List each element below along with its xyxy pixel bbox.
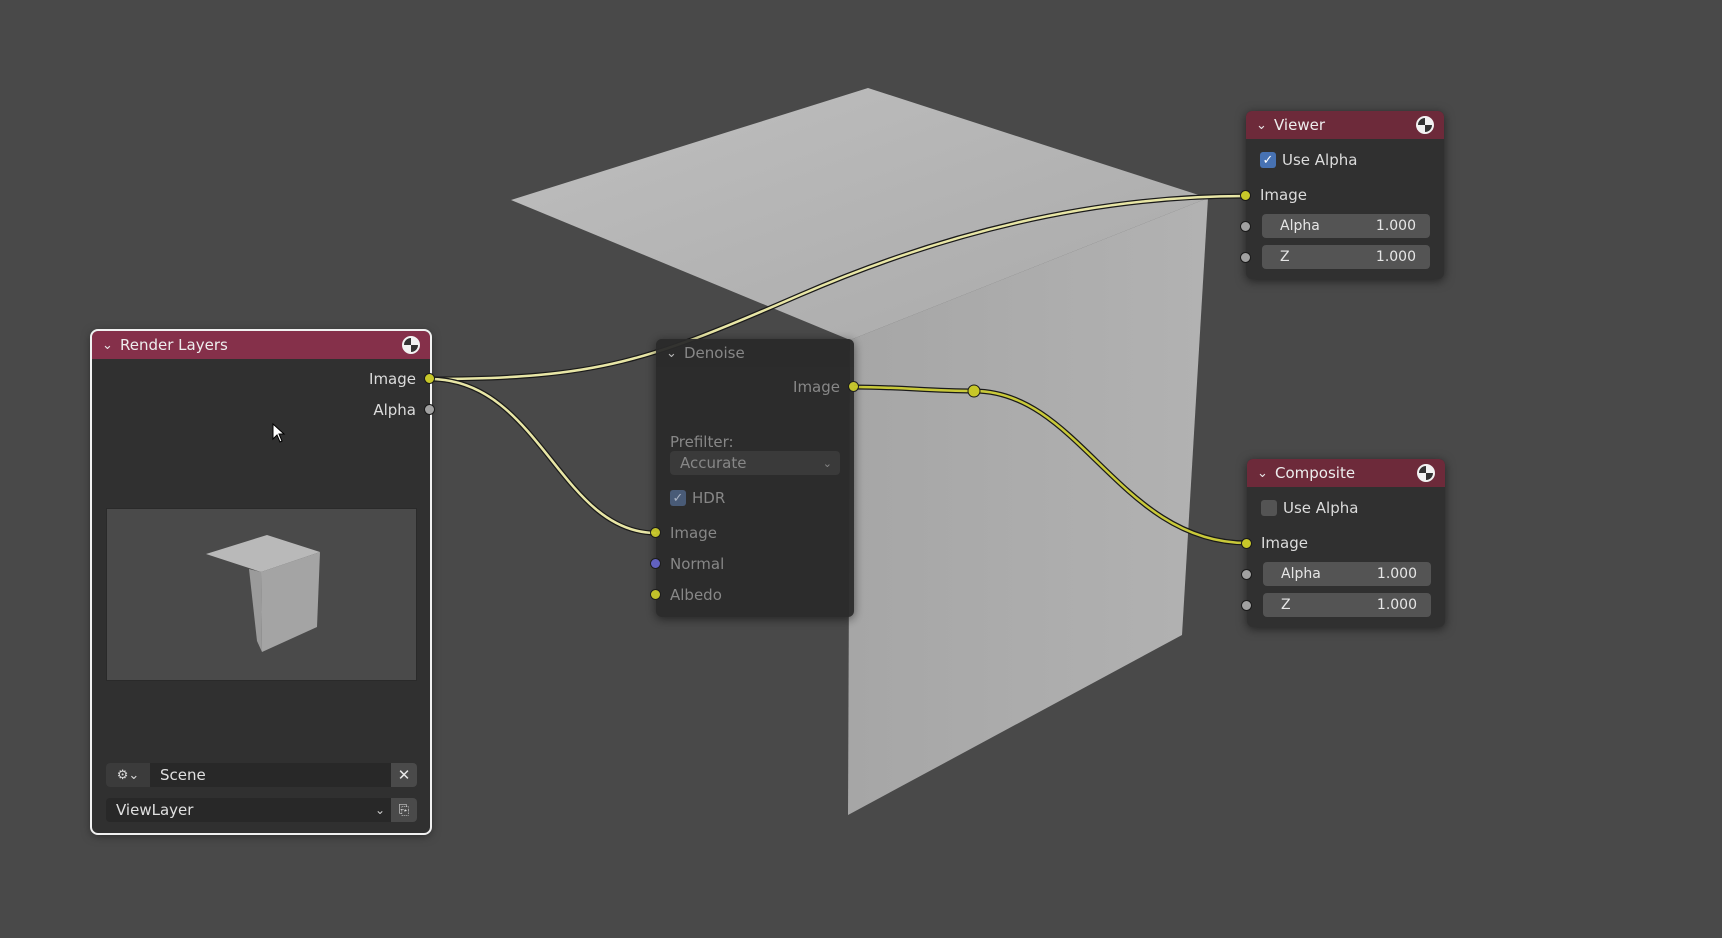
node-title: Render Layers [120,336,228,354]
prefilter-label: Prefilter: [670,433,734,451]
render-preview [106,508,417,681]
alpha-field-label: Alpha [1281,566,1321,582]
input-socket-alpha[interactable] [1240,221,1251,232]
output-label-alpha: Alpha [373,401,416,419]
denoise-node[interactable]: ⌄ Denoise Image Prefilter: Accurate ⌄ ✓ … [650,339,859,617]
composite-header[interactable]: ⌄ Composite [1247,459,1445,487]
input-row-image: Image [1246,181,1444,209]
hdr-checkbox[interactable]: ✓ [670,490,686,506]
z-field-label: Z [1281,597,1291,613]
output-row-alpha: Alpha [92,396,430,424]
z-field-value: 1.000 [1375,249,1416,265]
composite-node[interactable]: ⌄ Composite Use Alpha Image Alpha 1.000 … [1241,459,1445,627]
input-socket-normal[interactable] [650,558,661,569]
use-alpha-checkbox[interactable]: ✓ [1260,152,1276,168]
chevron-down-icon[interactable]: ⌄ [1257,466,1275,481]
use-alpha-label: Use Alpha [1282,151,1358,169]
input-label-normal: Normal [670,555,725,573]
view-layer-selector[interactable]: ViewLayer ⌄ ⎘ [106,798,417,822]
hdr-row[interactable]: ✓ HDR [656,484,854,512]
scene-icon[interactable]: ⚙⌄ [106,763,150,787]
render-ball-icon[interactable] [1416,116,1434,134]
input-socket-albedo[interactable] [650,589,661,600]
chevron-down-icon[interactable]: ⌄ [1256,118,1274,133]
input-row-image: Image [1247,529,1445,557]
input-row-image: Image [656,519,854,547]
use-alpha-row[interactable]: Use Alpha [1247,494,1445,522]
node-title: Denoise [684,344,745,362]
chevron-down-icon[interactable]: ⌄ [666,346,684,361]
close-icon[interactable]: ✕ [391,763,417,787]
render-ball-icon[interactable] [402,336,420,354]
use-alpha-row[interactable]: ✓ Use Alpha [1246,146,1444,174]
output-label-image: Image [793,378,840,396]
node-title: Viewer [1274,116,1325,134]
chevron-down-icon[interactable]: ⌄ [102,338,120,353]
viewer-header[interactable]: ⌄ Viewer [1246,111,1444,139]
z-field-value: 1.000 [1376,597,1417,613]
scene-selector[interactable]: ⚙⌄ Scene ✕ [106,763,417,787]
alpha-field[interactable]: Alpha 1.000 [1263,562,1431,586]
output-socket-image[interactable] [424,373,435,384]
alpha-field[interactable]: Alpha 1.000 [1262,214,1430,238]
hdr-label: HDR [692,489,726,507]
output-label-image: Image [369,370,416,388]
input-label-image: Image [1260,186,1307,204]
output-row-image: Image [92,365,430,393]
input-label-albedo: Albedo [670,586,722,604]
input-socket-image[interactable] [1241,538,1252,549]
input-socket-z[interactable] [1241,600,1252,611]
render-layers-header[interactable]: ⌄ Render Layers [92,331,430,359]
input-socket-image[interactable] [1240,190,1251,201]
chevron-down-icon: ⌄ [822,456,832,470]
prefilter-dropdown[interactable]: Accurate ⌄ [670,451,840,475]
z-field[interactable]: Z 1.000 [1262,245,1430,269]
prefilter-value: Accurate [680,454,747,472]
output-socket-alpha[interactable] [424,404,435,415]
use-alpha-label: Use Alpha [1283,499,1359,517]
input-socket-image[interactable] [650,527,661,538]
z-field-label: Z [1280,249,1290,265]
output-socket-image[interactable] [848,381,859,392]
denoise-header[interactable]: ⌄ Denoise [656,339,854,367]
node-title: Composite [1275,464,1356,482]
input-socket-alpha[interactable] [1241,569,1252,580]
input-label-image: Image [1261,534,1308,552]
input-row-normal: Normal [656,550,854,578]
use-alpha-checkbox[interactable] [1261,500,1277,516]
input-row-albedo: Albedo [656,581,854,609]
z-field[interactable]: Z 1.000 [1263,593,1431,617]
view-layer-icon[interactable]: ⎘ [391,798,417,822]
input-socket-z[interactable] [1240,252,1251,263]
preview-cube-image [206,535,320,652]
alpha-field-value: 1.000 [1375,218,1416,234]
output-row-image: Image [656,373,854,401]
scene-name[interactable]: Scene [150,766,391,784]
input-label-image: Image [670,524,717,542]
alpha-field-value: 1.000 [1376,566,1417,582]
viewer-node[interactable]: ⌄ Viewer ✓ Use Alpha Image Alpha 1.000 Z… [1240,111,1444,279]
view-layer-name[interactable]: ViewLayer [116,801,375,819]
alpha-field-label: Alpha [1280,218,1320,234]
render-ball-icon[interactable] [1417,464,1435,482]
render-layers-node[interactable]: ⌄ Render Layers Image Alpha ⚙⌄ Scene ✕ V… [90,329,435,835]
chevron-down-icon[interactable]: ⌄ [375,803,391,817]
